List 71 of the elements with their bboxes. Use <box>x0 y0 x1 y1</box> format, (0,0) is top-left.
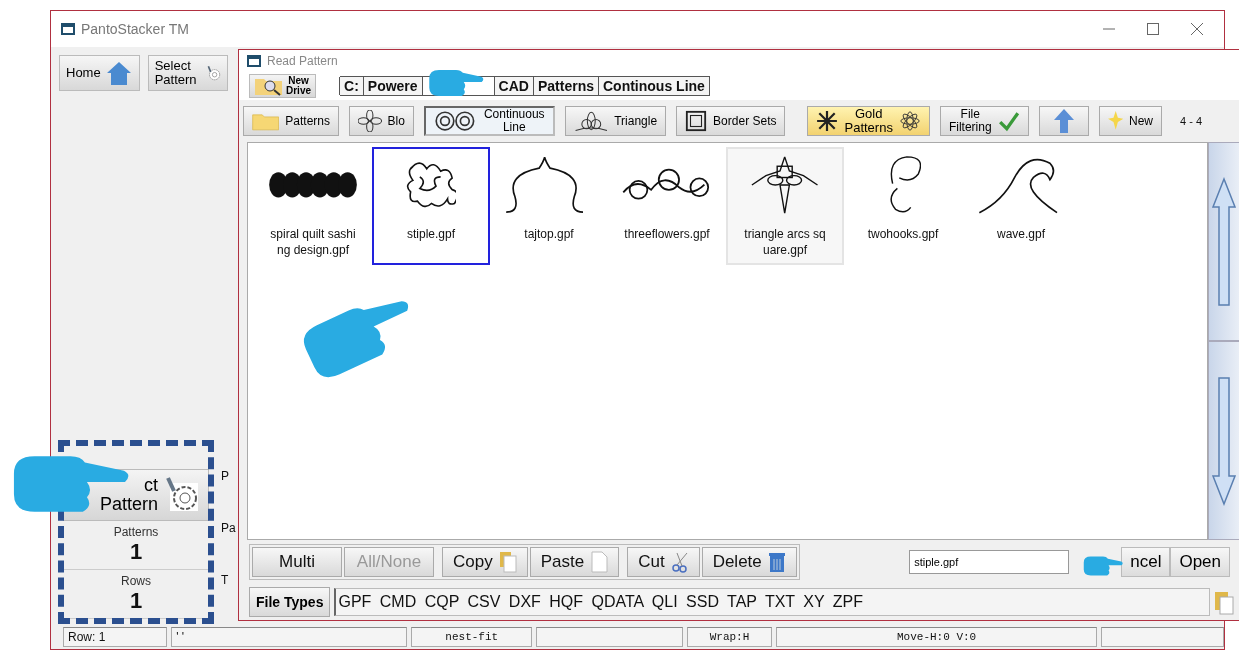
action-button[interactable]: Cut <box>627 547 700 577</box>
partial-label: T <box>221 573 230 587</box>
category-button[interactable]: Continuous Line <box>423 106 555 136</box>
category-button[interactable]: Gold Patterns <box>807 106 930 136</box>
action-button[interactable]: Copy <box>442 547 528 577</box>
file-item[interactable]: threeflowers.gpf <box>608 147 726 265</box>
trash-icon <box>767 551 786 573</box>
page-range: 4 - 4 <box>1180 115 1202 127</box>
open-button[interactable]: Open <box>1170 547 1230 577</box>
triangle-knot-icon <box>573 110 609 132</box>
action-button[interactable]: Multi <box>252 547 342 577</box>
up-arrow-icon <box>1052 108 1075 134</box>
status-field: Move-H:0 V:0 <box>776 627 1097 647</box>
file-types-field[interactable]: GPF CMD CQP CSV DXF HQF QDATA QLI SSD TAP TXT XY ZPF <box>334 588 1210 616</box>
stat-label: Rows <box>121 574 151 588</box>
pattern-thumbnail <box>750 155 820 215</box>
category-button[interactable]: Patterns <box>243 106 339 136</box>
stat-label: Patterns <box>113 525 159 539</box>
up-arrow-icon <box>1212 176 1236 307</box>
file-item[interactable]: stiple.gpf <box>372 147 490 265</box>
status-field: Wrap:H <box>686 627 773 647</box>
file-item[interactable]: tajtop.gpf <box>490 147 608 265</box>
file-item[interactable]: triangle arcs sq uare.gpf <box>726 147 844 265</box>
page-icon <box>590 551 609 573</box>
scroll-down-button[interactable] <box>1208 341 1239 540</box>
folder-magnifier-icon <box>254 76 284 96</box>
status-field: ' ' <box>171 627 408 647</box>
category-button[interactable]: Blo <box>349 106 414 136</box>
action-button[interactable]: Paste <box>529 547 620 577</box>
filename-field[interactable]: stiple.gpf <box>909 550 1070 574</box>
category-button[interactable]: Triangle <box>564 106 667 136</box>
file-item[interactable]: spiral quilt sashi ng design.gpf <box>254 147 372 265</box>
category-button[interactable]: File Filtering <box>939 106 1029 136</box>
home-button[interactable]: Home <box>59 55 140 91</box>
stat-value: 1 <box>129 588 143 614</box>
down-arrow-icon <box>1212 375 1236 506</box>
partial-label: Pa <box>221 521 237 535</box>
status-field: Row: 1 <box>63 627 168 647</box>
new-drive-button[interactable]: New Drive <box>249 74 316 98</box>
maximize-icon[interactable] <box>1146 22 1160 36</box>
stat-value: 1 <box>129 539 143 565</box>
file-item[interactable]: twohooks.gpf <box>844 147 962 265</box>
path-segment[interactable]: C: <box>339 77 364 95</box>
path-segment[interactable]: Powere <box>362 77 423 95</box>
file-item[interactable]: wave.gpf <box>962 147 1080 265</box>
square-frame-icon <box>685 110 708 132</box>
checkmark-icon <box>997 110 1020 132</box>
app-icon <box>61 22 75 36</box>
path-segment[interactable]: CAD <box>493 77 534 95</box>
action-button[interactable]: Delete <box>701 547 797 577</box>
status-field: nest-fit <box>411 627 533 647</box>
select-pattern-button[interactable]: Select Pattern <box>147 55 228 91</box>
flower-icon <box>898 110 921 132</box>
scroll-up-button[interactable] <box>1208 142 1239 341</box>
clipboard-icon[interactable] <box>1214 589 1234 615</box>
copy-icon <box>498 551 517 573</box>
scissors-icon <box>670 551 689 573</box>
category-button[interactable]: Border Sets <box>676 106 786 136</box>
app-icon <box>247 54 261 68</box>
flower-outline-icon <box>358 110 382 132</box>
category-button[interactable]: New <box>1098 106 1162 136</box>
window-title: PantoStacker TM <box>81 21 189 37</box>
dialog-title: Read Pattern <box>267 54 338 68</box>
cancel-button[interactable]: ncel <box>1121 547 1171 577</box>
file-types-button[interactable]: File Types <box>249 587 331 617</box>
partial-label: P <box>221 469 230 483</box>
close-icon[interactable] <box>1190 22 1204 36</box>
path-segment[interactable]: Patterns <box>532 77 599 95</box>
sparkle-icon <box>816 110 839 132</box>
path-segment[interactable]: Continous Line <box>598 77 710 95</box>
up-button[interactable] <box>1038 106 1089 136</box>
